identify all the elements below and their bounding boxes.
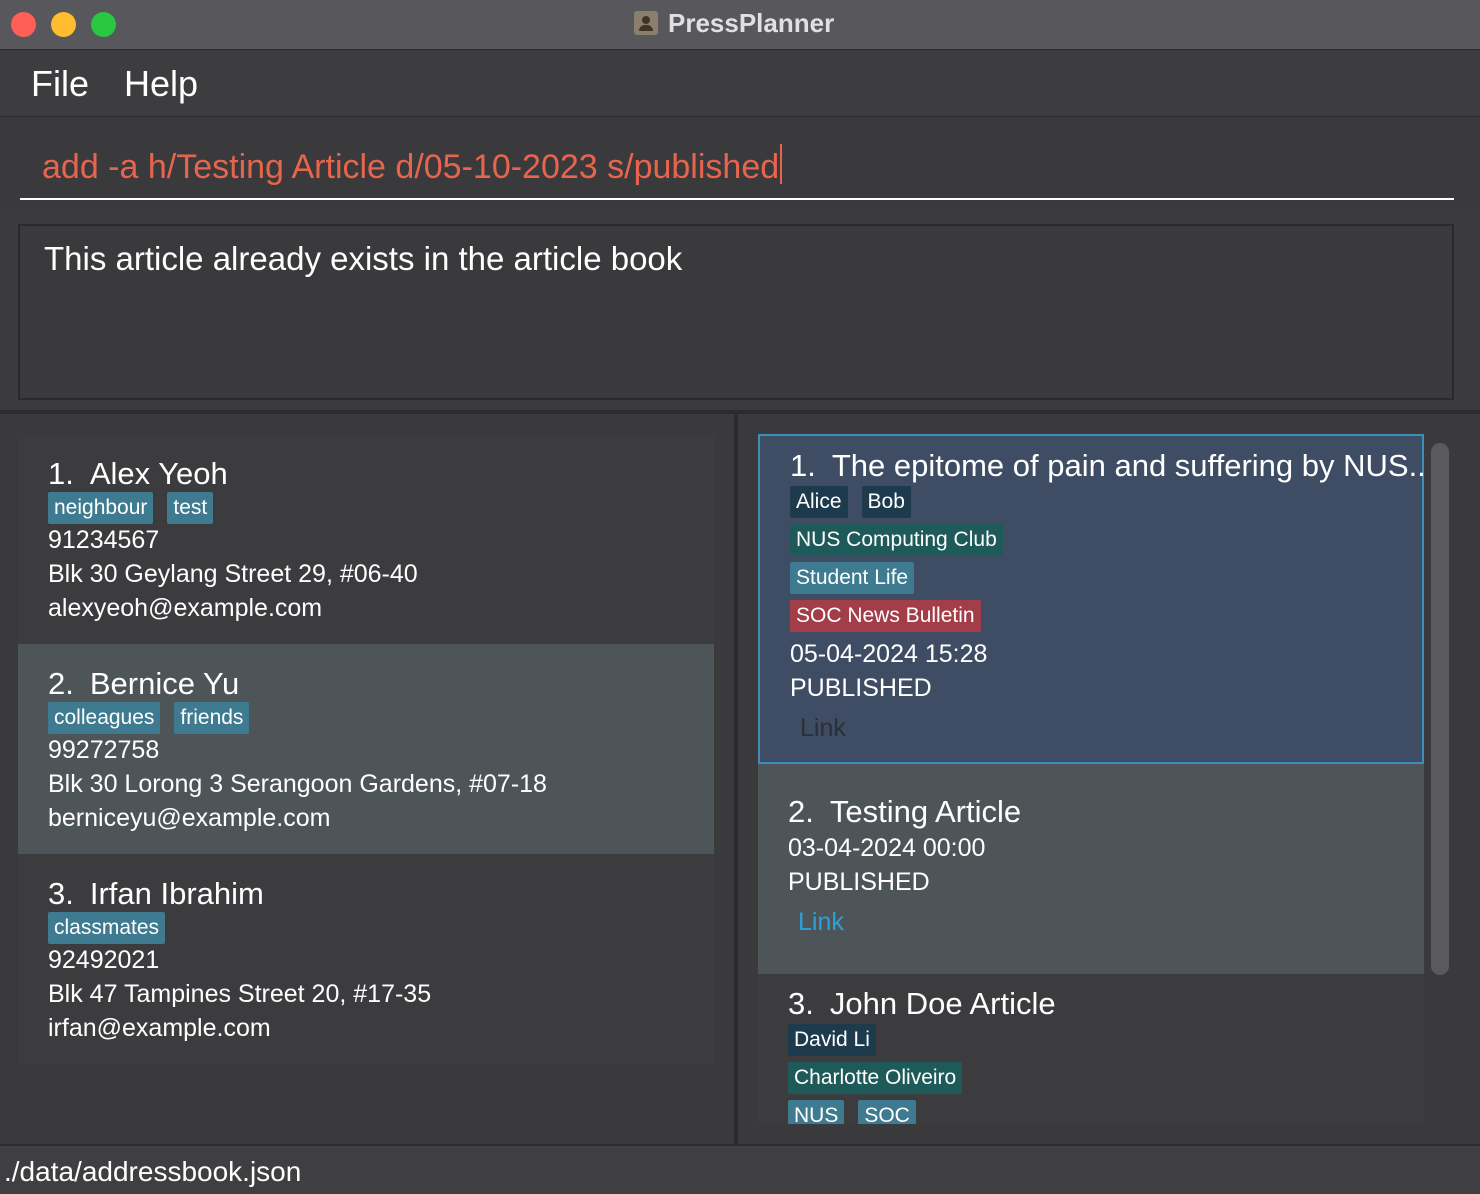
outlet-tag: SOC News Bulletin — [790, 600, 981, 632]
person-card[interactable]: 1. Alex Yeoh neighbour test 91234567 Blk … — [18, 434, 714, 644]
tag: test — [167, 492, 214, 524]
article-sources: Charlotte Oliveiro — [788, 1062, 963, 1094]
tag: NUS — [788, 1100, 845, 1124]
command-box — [0, 118, 1480, 212]
tag: friends — [174, 702, 250, 734]
zoom-window-button[interactable] — [91, 12, 116, 37]
result-display: This article already exists in the artic… — [18, 224, 1454, 400]
tag: neighbour — [48, 492, 154, 524]
article-status: PUBLISHED — [790, 674, 932, 702]
author-tag: Alice — [790, 486, 848, 518]
article-card[interactable]: 3. John Doe Article David Li Charlotte Ol… — [758, 974, 1424, 1124]
article-authors: David Li — [788, 1024, 876, 1056]
person-phone: 91234567 — [48, 526, 160, 554]
person-index: 3. — [48, 876, 74, 911]
article-outlets: SOC News Bulletin — [790, 600, 981, 632]
source-tag: NUS Computing Club — [790, 524, 1003, 556]
source-tag: Charlotte Oliveiro — [788, 1062, 963, 1094]
article-status: PUBLISHED — [788, 868, 930, 896]
person-name: Alex Yeoh — [89, 456, 228, 491]
person-tags: neighbour test — [48, 492, 214, 524]
article-tags: Student Life — [790, 562, 915, 594]
person-email: irfan@example.com — [48, 1014, 271, 1042]
article-card[interactable]: 1. The epitome of pain and suffering by N… — [758, 434, 1424, 764]
window-title: PressPlanner — [668, 8, 835, 38]
person-index: 1. — [48, 456, 74, 491]
app-icon — [634, 11, 658, 35]
close-window-button[interactable] — [11, 12, 36, 37]
tag: SOC — [858, 1100, 916, 1124]
menu-help[interactable]: Help — [124, 63, 198, 105]
article-list-panel: 1. The epitome of pain and suffering by N… — [738, 414, 1480, 1144]
menu-file[interactable]: File — [31, 63, 89, 105]
article-date: 05-04-2024 15:28 — [790, 640, 988, 668]
title-bar: PressPlanner — [0, 0, 1480, 50]
person-title: 3. Irfan Ibrahim — [48, 876, 264, 912]
article-tags: NUS SOC — [788, 1100, 916, 1124]
article-card[interactable]: 2. Testing Article 03-04-2024 00:00 PUBLI… — [758, 764, 1424, 974]
article-title-text: John Doe Article — [829, 986, 1056, 1021]
command-input[interactable] — [20, 136, 1454, 200]
article-title: 2. Testing Article — [788, 794, 1021, 830]
person-name: Irfan Ibrahim — [89, 876, 264, 911]
article-title-text: Testing Article — [829, 794, 1022, 829]
person-list-panel: 1. Alex Yeoh neighbour test 91234567 Blk … — [0, 414, 734, 1144]
article-index: 2. — [788, 794, 814, 829]
tag: classmates — [48, 912, 166, 944]
person-name: Bernice Yu — [89, 666, 240, 701]
person-address: Blk 30 Geylang Street 29, #06-40 — [48, 560, 418, 588]
person-index: 2. — [48, 666, 74, 701]
article-list: 1. The epitome of pain and suffering by N… — [758, 434, 1424, 1124]
article-title: 3. John Doe Article — [788, 986, 1056, 1022]
person-title: 2. Bernice Yu — [48, 666, 239, 702]
tag: colleagues — [48, 702, 161, 734]
article-index: 1. — [790, 448, 816, 483]
author-tag: David Li — [788, 1024, 876, 1056]
person-title: 1. Alex Yeoh — [48, 456, 228, 492]
article-index: 3. — [788, 986, 814, 1021]
person-address: Blk 30 Lorong 3 Serangoon Gardens, #07-1… — [48, 770, 547, 798]
article-date: 03-04-2024 00:00 — [788, 834, 986, 862]
minimize-window-button[interactable] — [51, 12, 76, 37]
tag: Student Life — [790, 562, 915, 594]
article-title-text: The epitome of pain and suffering by NUS… — [831, 448, 1424, 483]
person-card[interactable]: 2. Bernice Yu colleagues friends 99272758… — [18, 644, 714, 854]
article-authors: Alice Bob — [790, 486, 911, 518]
article-sources: NUS Computing Club — [790, 524, 1003, 556]
menu-bar: File Help — [0, 51, 1480, 117]
text-caret — [780, 144, 782, 184]
person-email: berniceyu@example.com — [48, 804, 331, 832]
person-address: Blk 47 Tampines Street 20, #17-35 — [48, 980, 432, 1008]
article-link[interactable]: Link — [798, 908, 844, 937]
result-message: This article already exists in the artic… — [44, 240, 683, 277]
status-bar: ./data/addressbook.json — [0, 1144, 1480, 1194]
person-phone: 99272758 — [48, 736, 160, 764]
person-card[interactable]: 3. Irfan Ibrahim classmates 92492021 Blk … — [18, 854, 714, 1064]
person-tags: colleagues friends — [48, 702, 250, 734]
scrollbar-thumb[interactable] — [1431, 443, 1449, 975]
article-title: 1. The epitome of pain and suffering by N… — [790, 448, 1424, 484]
article-link[interactable]: Link — [800, 714, 846, 743]
person-phone: 92492021 — [48, 946, 160, 974]
author-tag: Bob — [861, 486, 911, 518]
person-tags: classmates — [48, 912, 166, 944]
data-file-path: ./data/addressbook.json — [4, 1156, 302, 1187]
person-email: alexyeoh@example.com — [48, 594, 323, 622]
